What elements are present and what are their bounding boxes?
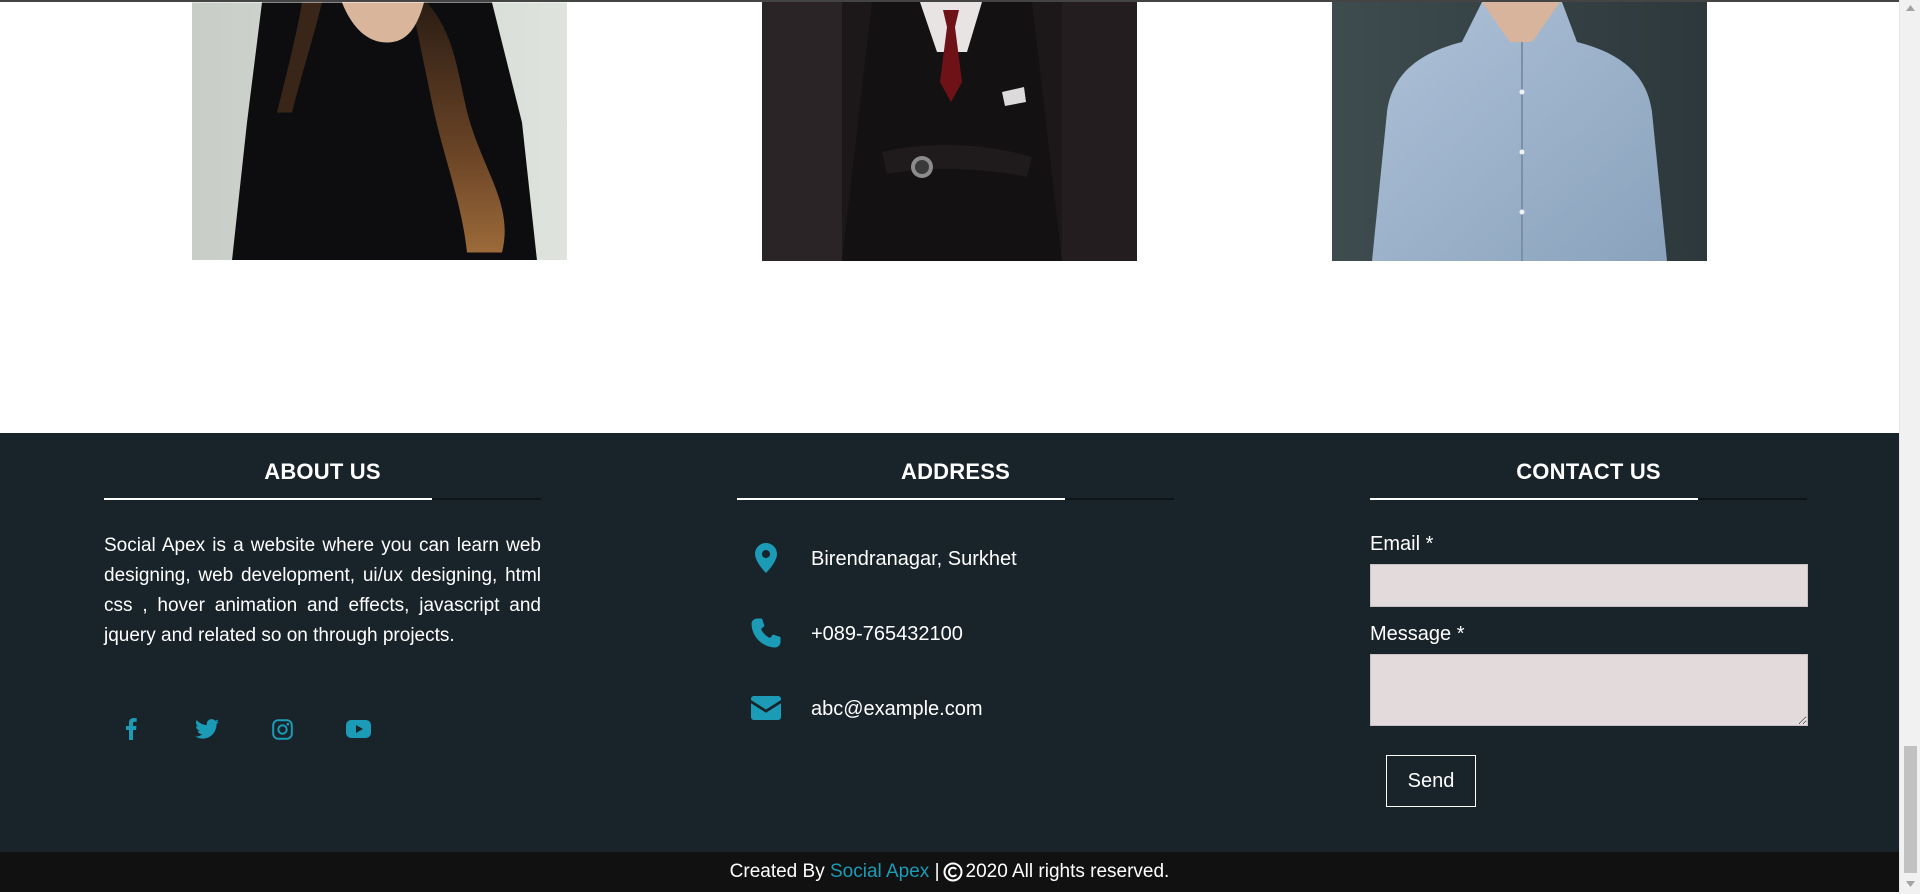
team-photo-blue-shirt-image: [1332, 2, 1707, 261]
address-heading-divider: [737, 498, 1174, 500]
address-location-text: Birendranagar, Surkhet: [811, 548, 1017, 570]
page: ABOUT US Social Apex is a website where …: [0, 0, 1920, 894]
twitter-icon[interactable]: [189, 713, 225, 745]
copyright-suffix: 2020 All rights reserved.: [965, 861, 1170, 882]
message-field[interactable]: [1370, 654, 1808, 726]
about-heading: ABOUT US: [264, 459, 381, 484]
team-photo-woman-image: [192, 2, 567, 260]
address-heading-accent: [737, 498, 1065, 500]
about-heading-divider: [104, 498, 541, 500]
copyright-brand-link[interactable]: Social Apex: [830, 861, 929, 883]
copyright-icon: [943, 862, 963, 882]
youtube-icon[interactable]: [340, 713, 376, 745]
scrollbar-thumb[interactable]: [1904, 746, 1917, 873]
team-photo-suit-image: [762, 2, 1137, 261]
contact-heading-divider: [1370, 498, 1807, 500]
address-email-row: abc@example.com: [737, 690, 1174, 730]
about-text: Social Apex is a website where you can l…: [104, 535, 541, 646]
instagram-icon[interactable]: [264, 713, 300, 745]
message-label: Message *: [1370, 623, 1465, 645]
copyright-bar: Created By Social Apex | 2020 All rights…: [0, 852, 1899, 892]
address-heading: ADDRESS: [901, 459, 1010, 484]
copyright-separator: |: [934, 861, 940, 882]
address-email-text: abc@example.com: [811, 698, 983, 720]
facebook-icon[interactable]: [113, 713, 149, 745]
map-marker-icon: [750, 540, 782, 576]
about-heading-accent: [104, 498, 432, 500]
team-photo-suit: [762, 2, 1137, 261]
address-phone-row: +089-765432100: [737, 615, 1174, 655]
address-phone-text: +089-765432100: [811, 623, 963, 645]
scroll-down-arrow-icon[interactable]: [1905, 880, 1916, 888]
team-photo-blue-shirt: [1332, 2, 1707, 261]
email-label: Email *: [1370, 533, 1434, 555]
contact-heading-accent: [1370, 498, 1698, 500]
team-photo-woman: [192, 2, 567, 260]
scroll-up-arrow-icon[interactable]: [1905, 4, 1916, 12]
address-location-row: Birendranagar, Surkhet: [737, 540, 1174, 580]
send-button[interactable]: Send: [1386, 755, 1476, 807]
phone-icon: [750, 615, 782, 651]
envelope-icon: [750, 690, 782, 726]
contact-heading: CONTACT US: [1516, 459, 1661, 484]
page-scrollbar[interactable]: [1899, 0, 1920, 894]
copyright-prefix: Created By: [729, 861, 825, 882]
email-field[interactable]: [1370, 564, 1808, 607]
